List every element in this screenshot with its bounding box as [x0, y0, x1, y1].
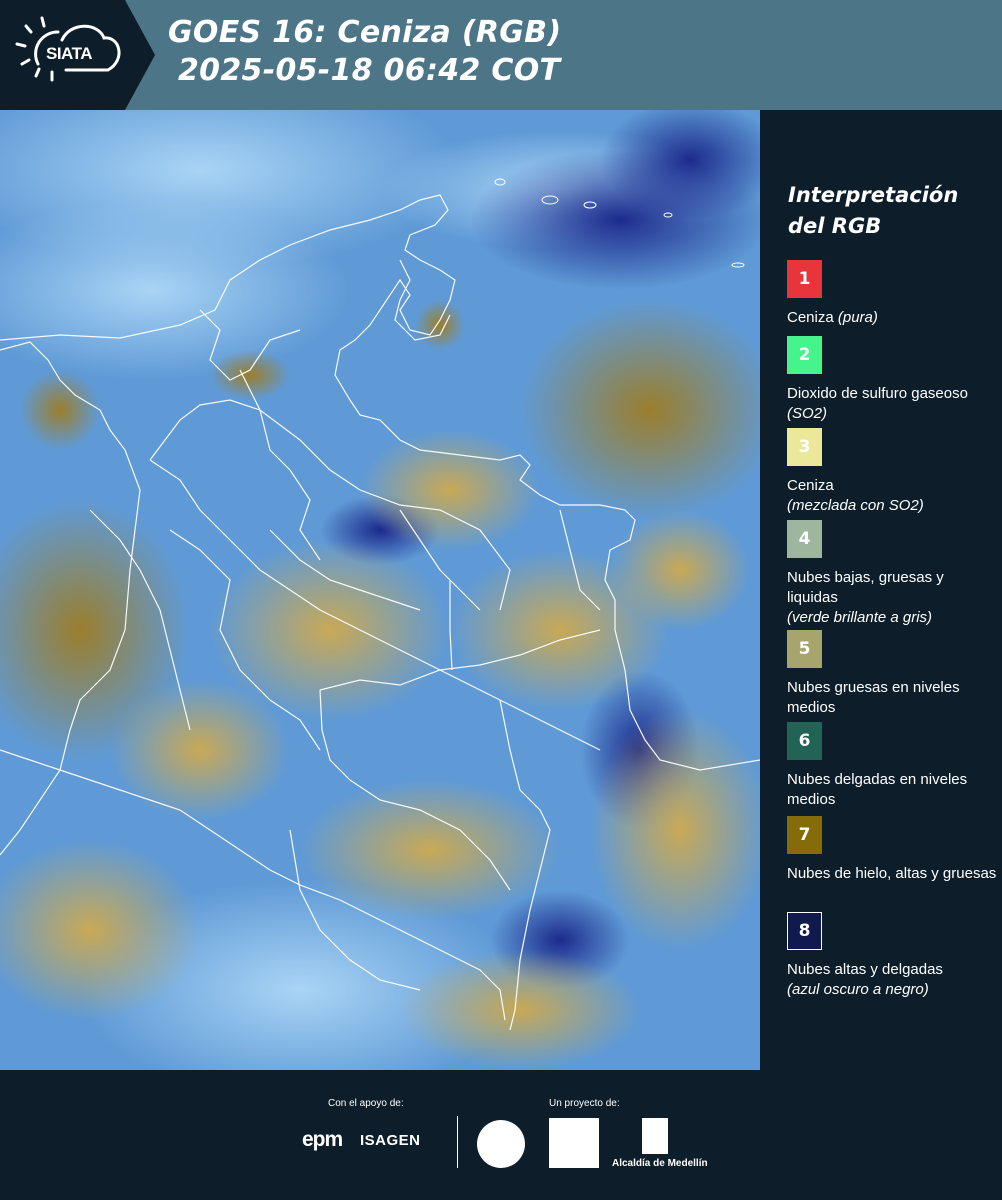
- legend-label-3-text: Ceniza: [787, 477, 834, 494]
- legend-item-7: 7 Nubes de hielo, altas y gruesas: [787, 816, 997, 884]
- satellite-map[interactable]: [0, 110, 760, 1070]
- legend-title: Interpretación del RGB: [788, 180, 998, 242]
- legend-label-2-italic: (SO2): [787, 405, 828, 422]
- legend-title-line-1: Interpretación: [788, 183, 959, 207]
- legend-swatch-6: 6: [787, 722, 822, 760]
- legend-panel: Interpretación del RGB 1 Ceniza (pura) 2…: [760, 110, 1002, 1070]
- legend-swatch-7: 7: [787, 816, 822, 854]
- legend-label-2-text: Dioxido de sulfuro gaseoso: [787, 385, 968, 402]
- page-title: GOES 16: Ceniza (RGB) 2025-05-18 06:42 C…: [168, 14, 561, 90]
- legend-label-6: Nubes delgadas en niveles medios: [787, 770, 997, 810]
- legend-label-8-text: Nubes altas y delgadas: [787, 961, 943, 978]
- satellite-image: [0, 110, 760, 1070]
- legend-item-4: 4 Nubes bajas, gruesas y liquidas (verde …: [787, 520, 997, 628]
- legend-label-6-text: Nubes delgadas en niveles medios: [787, 771, 968, 808]
- project-label: Un proyecto de:: [549, 1098, 620, 1109]
- legend-label-5: Nubes gruesas en niveles medios: [787, 678, 997, 718]
- title-line-1: GOES 16: Ceniza (RGB): [168, 15, 562, 50]
- legend-label-2: Dioxido de sulfuro gaseoso (SO2): [787, 384, 997, 424]
- alcaldia-shield-icon: [642, 1118, 668, 1154]
- legend-item-5: 5 Nubes gruesas en niveles medios: [787, 630, 997, 718]
- legend-item-8: 8 Nubes altas y delgadas (azul oscuro a n…: [787, 912, 997, 1000]
- isagen-logo: ISAGEN: [360, 1132, 421, 1149]
- legend-label-8: Nubes altas y delgadas (azul oscuro a neg…: [787, 960, 997, 1000]
- legend-label-1-text: Ceniza: [787, 309, 834, 326]
- legend-item-1: 1 Ceniza (pura): [787, 260, 997, 328]
- legend-label-3: Ceniza (mezclada con SO2): [787, 476, 997, 516]
- legend-label-8-italic: (azul oscuro a negro): [787, 981, 929, 998]
- legend-swatch-2: 2: [787, 336, 822, 374]
- legend-title-line-2: del RGB: [788, 214, 882, 238]
- legend-label-3-italic: (mezclada con SO2): [787, 497, 924, 514]
- siata-logo: SIATA: [0, 0, 155, 110]
- legend-swatch-8: 8: [787, 912, 822, 950]
- legend-label-4: Nubes bajas, gruesas y liquidas (verde br…: [787, 568, 997, 628]
- legend-swatch-4: 4: [787, 520, 822, 558]
- legend-label-4-italic: (verde brillante a gris): [787, 609, 933, 626]
- header: SIATA GOES 16: Ceniza (RGB) 2025-05-18 0…: [0, 0, 1002, 110]
- legend-label-7-text: Nubes de hielo, altas y gruesas: [787, 865, 997, 882]
- legend-label-1-italic: (pura): [837, 309, 878, 326]
- alcaldia-label: Alcaldía de Medellín: [612, 1158, 708, 1169]
- legend-item-3: 3 Ceniza (mezclada con SO2): [787, 428, 997, 516]
- title-line-2: 2025-05-18 06:42 COT: [178, 53, 561, 88]
- legend-swatch-5: 5: [787, 630, 822, 668]
- legend-label-5-text: Nubes gruesas en niveles medios: [787, 679, 960, 716]
- footer: Con el apoyo de: Un proyecto de: epm ISA…: [0, 1070, 1002, 1200]
- footer-divider: [457, 1116, 458, 1168]
- area-metropolitana-logo: [549, 1118, 599, 1168]
- legend-swatch-1: 1: [787, 260, 822, 298]
- legend-item-2: 2 Dioxido de sulfuro gaseoso (SO2): [787, 336, 997, 424]
- legend-label-7: Nubes de hielo, altas y gruesas: [787, 864, 997, 884]
- siata-logo-text: SIATA: [46, 44, 92, 63]
- seal-icon: [477, 1120, 525, 1168]
- legend-item-6: 6 Nubes delgadas en niveles medios: [787, 722, 997, 810]
- legend-swatch-3: 3: [787, 428, 822, 466]
- legend-label-1: Ceniza (pura): [787, 308, 997, 328]
- legend-label-4-text: Nubes bajas, gruesas y liquidas: [787, 569, 944, 606]
- epm-logo: epm: [302, 1128, 343, 1151]
- support-label: Con el apoyo de:: [328, 1098, 404, 1109]
